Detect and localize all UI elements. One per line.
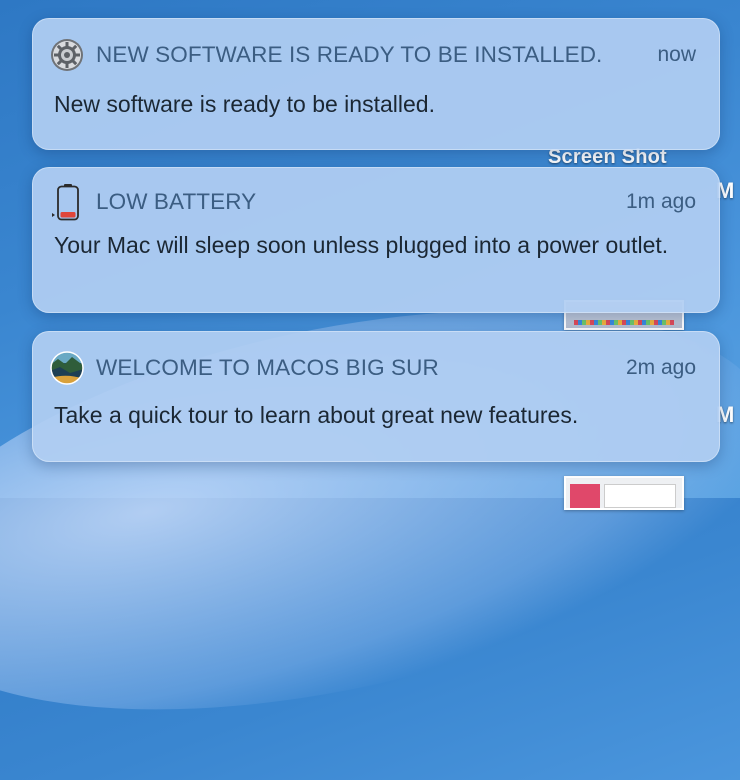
notification-low-battery[interactable]: LOW BATTERY 1m ago Your Mac will sleep s…: [32, 167, 720, 313]
notification-app-name: NEW SOFTWARE IS READY TO BE INSTALLED.: [96, 42, 603, 67]
notification-message: New software is ready to be installed.: [54, 91, 435, 117]
notification-app-name: WELCOME TO MACOS BIG SUR: [96, 355, 439, 380]
notification-message: Take a quick tour to learn about great n…: [54, 402, 579, 428]
desktop-screenshot-thumbnail[interactable]: [564, 476, 684, 510]
notification-header: LOW BATTERY 1m ago: [50, 184, 696, 221]
notification-message: Your Mac will sleep soon unless plugged …: [54, 232, 669, 258]
big-sur-icon: [50, 351, 84, 385]
notification-app-name: LOW BATTERY: [96, 189, 257, 214]
notification-welcome-big-sur[interactable]: WELCOME TO MACOS BIG SUR 2m ago Take a q…: [32, 331, 720, 462]
notification-header: NEW SOFTWARE IS READY TO BE INSTALLED. n…: [50, 38, 696, 72]
notification-software-update[interactable]: NEW SOFTWARE IS READY TO BE INSTALLED. n…: [32, 18, 720, 150]
notification-time: 2m ago: [625, 356, 696, 379]
thumbnail-dock: [574, 320, 674, 325]
notification-time: 1m ago: [625, 190, 696, 213]
notification-header: WELCOME TO MACOS BIG SUR 2m ago: [50, 351, 696, 385]
notification-time: now: [657, 43, 696, 66]
thumbnail-content: [570, 484, 600, 508]
gear-icon: [50, 38, 84, 72]
battery-icon: [50, 184, 84, 221]
thumbnail-window: [604, 484, 676, 508]
